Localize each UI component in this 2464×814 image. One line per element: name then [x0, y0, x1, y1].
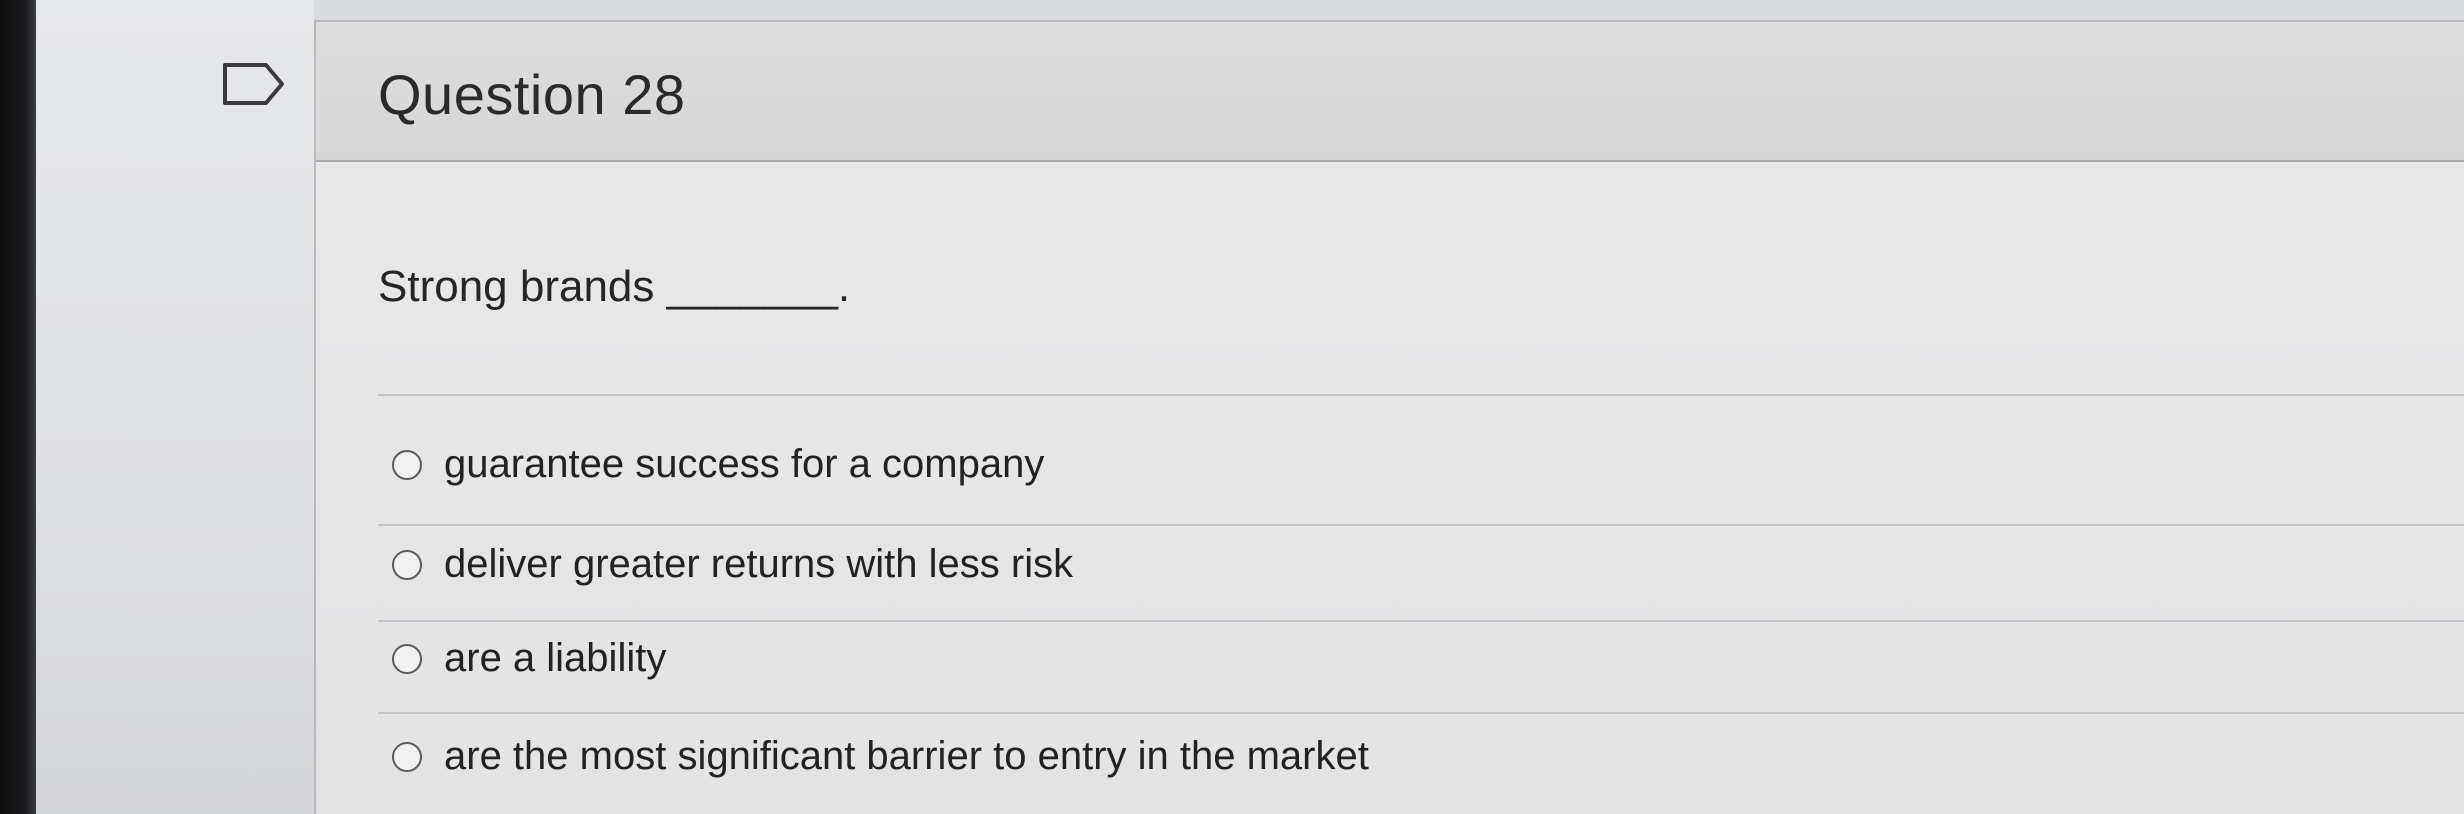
answer-option[interactable]: are a liability — [392, 636, 666, 681]
question-prompt: Strong brands _______. — [378, 262, 851, 311]
answer-option-label: deliver greater returns with less risk — [444, 542, 1074, 586]
radio-button-icon[interactable] — [392, 741, 422, 772]
answer-option[interactable]: are the most significant barrier to entr… — [392, 734, 1369, 779]
answer-option[interactable]: deliver greater returns with less risk — [392, 542, 1073, 587]
divider — [378, 712, 2464, 714]
question-card: Question 28 Strong brands _______. guara… — [314, 20, 2464, 814]
divider — [378, 394, 2464, 396]
radio-button-icon[interactable] — [392, 549, 422, 580]
radio-button-icon[interactable] — [392, 449, 422, 480]
screen-bezel — [0, 0, 36, 814]
question-title: Question 28 — [378, 63, 686, 126]
answer-option-label: are the most significant barrier to entr… — [444, 734, 1369, 778]
answer-option-label: guarantee success for a company — [444, 442, 1045, 486]
divider — [378, 524, 2464, 526]
left-margin — [36, 0, 314, 814]
question-header: Question 28 — [316, 22, 2464, 162]
divider — [378, 620, 2464, 622]
answer-option-label: are a liability — [444, 636, 667, 680]
flag-question-icon[interactable] — [222, 62, 286, 106]
answer-option[interactable]: guarantee success for a company — [392, 442, 1044, 487]
radio-button-icon[interactable] — [392, 643, 422, 674]
